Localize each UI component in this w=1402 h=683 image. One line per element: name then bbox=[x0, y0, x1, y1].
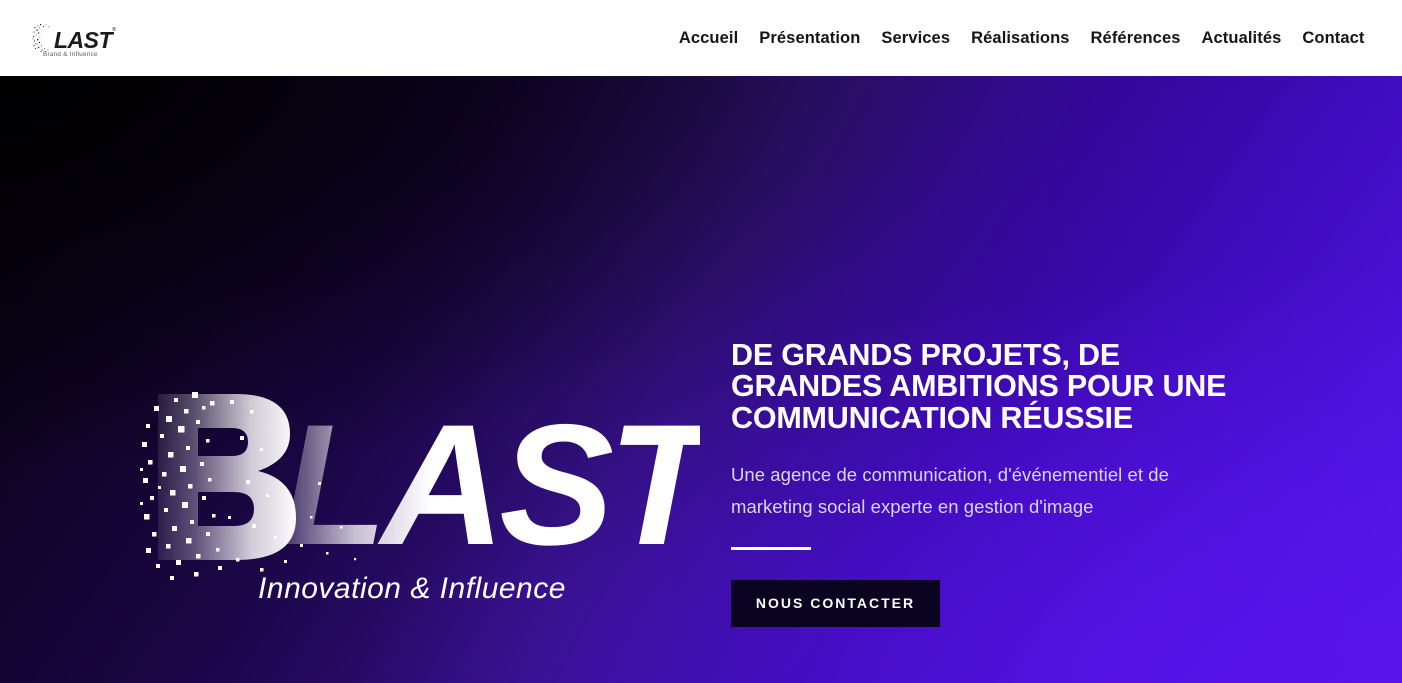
nav-item-realisations[interactable]: Réalisations bbox=[961, 30, 1080, 47]
nav-item-presentation[interactable]: Présentation bbox=[749, 30, 871, 47]
nous-contacter-button[interactable]: NOUS CONTACTER bbox=[731, 579, 940, 627]
nav-item-references[interactable]: Références bbox=[1080, 30, 1191, 47]
hero-title: DE GRANDS PROJETS, DE GRANDES AMBITIONS … bbox=[731, 338, 1227, 435]
nav-item-services[interactable]: Services bbox=[871, 30, 961, 47]
hero-copy-block: DE GRANDS PROJETS, DE GRANDES AMBITIONS … bbox=[731, 338, 1261, 627]
main-navigation: Accueil Présentation Services Réalisatio… bbox=[668, 0, 1375, 76]
hero-blast-artwork: LAST Innovation & Influence bbox=[140, 376, 732, 616]
logo-tagline: Brand & Influence bbox=[43, 51, 98, 58]
hero-wordmark-last: LAST bbox=[282, 389, 726, 581]
site-header: LAST ® Brand & Influence Accueil Présent… bbox=[0, 0, 1402, 76]
hero-artwork-tagline: Innovation & Influence bbox=[258, 572, 566, 605]
logo-wordmark-last: LAST bbox=[54, 27, 115, 53]
hero-divider-rule bbox=[731, 546, 811, 550]
nav-item-actualites[interactable]: Actualités bbox=[1191, 30, 1292, 47]
blast-logo-icon: LAST ® Brand & Influence bbox=[32, 24, 116, 58]
nav-item-contact[interactable]: Contact bbox=[1292, 30, 1375, 47]
hero-subtitle: Une agence de communication, d'événement… bbox=[731, 464, 1169, 518]
brand-logo-link[interactable]: LAST ® Brand & Influence bbox=[32, 18, 132, 58]
page-root: LAST ® Brand & Influence Accueil Présent… bbox=[0, 0, 1402, 683]
nav-item-accueil[interactable]: Accueil bbox=[668, 30, 748, 47]
logo-registered-mark: ® bbox=[112, 26, 116, 33]
hero-section: LAST Innovation & Influence DE GRANDS PR… bbox=[0, 76, 1402, 683]
